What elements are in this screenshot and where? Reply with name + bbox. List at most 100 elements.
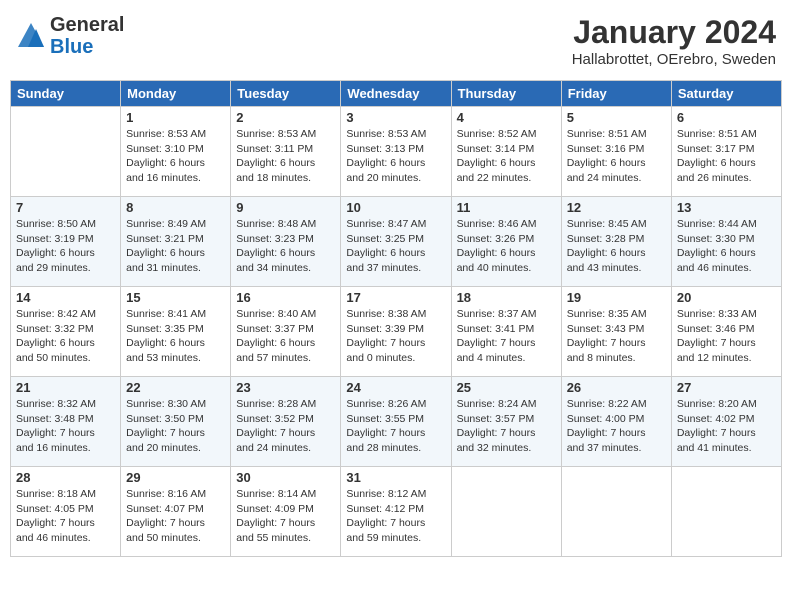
day-number: 29 bbox=[126, 470, 225, 485]
calendar-cell: 19Sunrise: 8:35 AM Sunset: 3:43 PM Dayli… bbox=[561, 287, 671, 377]
cell-info: Sunrise: 8:42 AM Sunset: 3:32 PM Dayligh… bbox=[16, 307, 115, 366]
weekday-header-friday: Friday bbox=[561, 81, 671, 107]
day-number: 8 bbox=[126, 200, 225, 215]
calendar-cell: 6 Sunrise: 8:51 AM Sunset: 3:17 PM Daylig… bbox=[671, 107, 781, 197]
day-number: 14 bbox=[16, 290, 115, 305]
calendar-cell: 29Sunrise: 8:16 AM Sunset: 4:07 PM Dayli… bbox=[121, 467, 231, 557]
cell-info: Sunrise: 8:40 AM Sunset: 3:37 PM Dayligh… bbox=[236, 307, 335, 366]
logo-blue: Blue bbox=[50, 36, 93, 58]
cell-info: Sunrise: 8:38 AM Sunset: 3:39 PM Dayligh… bbox=[346, 307, 445, 366]
calendar-week-row: 14 Sunrise: 8:42 AM Sunset: 3:32 PM Dayli… bbox=[11, 287, 782, 377]
weekday-header-thursday: Thursday bbox=[451, 81, 561, 107]
cell-info: Sunrise: 8:22 AM Sunset: 4:00 PM Dayligh… bbox=[567, 397, 666, 456]
day-number: 28 bbox=[16, 470, 115, 485]
location-title: Hallabrottet, OErebro, Sweden bbox=[572, 51, 776, 68]
cell-info: Sunrise: 8:48 AM Sunset: 3:23 PM Dayligh… bbox=[236, 217, 335, 276]
calendar-cell bbox=[561, 467, 671, 557]
weekday-header-saturday: Saturday bbox=[671, 81, 781, 107]
cell-info: Sunrise: 8:32 AM Sunset: 3:48 PM Dayligh… bbox=[16, 397, 115, 456]
cell-info: Sunrise: 8:47 AM Sunset: 3:25 PM Dayligh… bbox=[346, 217, 445, 276]
cell-info: Sunrise: 8:33 AM Sunset: 3:46 PM Dayligh… bbox=[677, 307, 776, 366]
calendar-cell: 3Sunrise: 8:53 AM Sunset: 3:13 PM Daylig… bbox=[341, 107, 451, 197]
cell-info: Sunrise: 8:53 AM Sunset: 3:13 PM Dayligh… bbox=[346, 127, 445, 186]
calendar-cell: 8 Sunrise: 8:49 AM Sunset: 3:21 PM Daylig… bbox=[121, 197, 231, 287]
calendar-cell: 20 Sunrise: 8:33 AM Sunset: 3:46 PM Dayli… bbox=[671, 287, 781, 377]
calendar-cell: 28Sunrise: 8:18 AM Sunset: 4:05 PM Dayli… bbox=[11, 467, 121, 557]
title-block: January 2024 Hallabrottet, OErebro, Swed… bbox=[572, 14, 776, 68]
day-number: 7 bbox=[16, 200, 115, 215]
day-number: 18 bbox=[457, 290, 556, 305]
day-number: 1 bbox=[126, 110, 225, 125]
day-number: 6 bbox=[677, 110, 776, 125]
calendar-cell: 17 Sunrise: 8:38 AM Sunset: 3:39 PM Dayli… bbox=[341, 287, 451, 377]
cell-info: Sunrise: 8:51 AM Sunset: 3:16 PM Dayligh… bbox=[567, 127, 666, 186]
calendar-cell: 13 Sunrise: 8:44 AM Sunset: 3:30 PM Dayli… bbox=[671, 197, 781, 287]
logo-icon bbox=[16, 21, 46, 51]
calendar-cell: 26 Sunrise: 8:22 AM Sunset: 4:00 PM Dayli… bbox=[561, 377, 671, 467]
logo-text: General Blue bbox=[50, 14, 124, 58]
day-number: 13 bbox=[677, 200, 776, 215]
day-number: 30 bbox=[236, 470, 335, 485]
calendar-cell: 9 Sunrise: 8:48 AM Sunset: 3:23 PM Daylig… bbox=[231, 197, 341, 287]
cell-info: Sunrise: 8:44 AM Sunset: 3:30 PM Dayligh… bbox=[677, 217, 776, 276]
cell-info: Sunrise: 8:26 AM Sunset: 3:55 PM Dayligh… bbox=[346, 397, 445, 456]
page-header: General Blue January 2024 Hallabrottet, … bbox=[10, 10, 782, 72]
calendar-week-row: 1 Sunrise: 8:53 AM Sunset: 3:10 PM Daylig… bbox=[11, 107, 782, 197]
calendar-table: SundayMondayTuesdayWednesdayThursdayFrid… bbox=[10, 80, 782, 557]
weekday-header-sunday: Sunday bbox=[11, 81, 121, 107]
day-number: 15 bbox=[126, 290, 225, 305]
cell-info: Sunrise: 8:37 AM Sunset: 3:41 PM Dayligh… bbox=[457, 307, 556, 366]
weekday-header-tuesday: Tuesday bbox=[231, 81, 341, 107]
calendar-cell: 15 Sunrise: 8:41 AM Sunset: 3:35 PM Dayli… bbox=[121, 287, 231, 377]
calendar-cell: 16 Sunrise: 8:40 AM Sunset: 3:37 PM Dayli… bbox=[231, 287, 341, 377]
day-number: 23 bbox=[236, 380, 335, 395]
weekday-header-row: SundayMondayTuesdayWednesdayThursdayFrid… bbox=[11, 81, 782, 107]
calendar-cell: 14 Sunrise: 8:42 AM Sunset: 3:32 PM Dayli… bbox=[11, 287, 121, 377]
calendar-cell: 10 Sunrise: 8:47 AM Sunset: 3:25 PM Dayli… bbox=[341, 197, 451, 287]
cell-info: Sunrise: 8:46 AM Sunset: 3:26 PM Dayligh… bbox=[457, 217, 556, 276]
day-number: 31 bbox=[346, 470, 445, 485]
weekday-header-wednesday: Wednesday bbox=[341, 81, 451, 107]
calendar-cell: 5 Sunrise: 8:51 AM Sunset: 3:16 PM Daylig… bbox=[561, 107, 671, 197]
calendar-cell: 7 Sunrise: 8:50 AM Sunset: 3:19 PM Daylig… bbox=[11, 197, 121, 287]
calendar-cell: 4Sunrise: 8:52 AM Sunset: 3:14 PM Daylig… bbox=[451, 107, 561, 197]
calendar-week-row: 28Sunrise: 8:18 AM Sunset: 4:05 PM Dayli… bbox=[11, 467, 782, 557]
day-number: 5 bbox=[567, 110, 666, 125]
cell-info: Sunrise: 8:45 AM Sunset: 3:28 PM Dayligh… bbox=[567, 217, 666, 276]
day-number: 17 bbox=[346, 290, 445, 305]
calendar-cell: 23 Sunrise: 8:28 AM Sunset: 3:52 PM Dayli… bbox=[231, 377, 341, 467]
cell-info: Sunrise: 8:52 AM Sunset: 3:14 PM Dayligh… bbox=[457, 127, 556, 186]
cell-info: Sunrise: 8:51 AM Sunset: 3:17 PM Dayligh… bbox=[677, 127, 776, 186]
cell-info: Sunrise: 8:12 AM Sunset: 4:12 PM Dayligh… bbox=[346, 487, 445, 546]
cell-info: Sunrise: 8:20 AM Sunset: 4:02 PM Dayligh… bbox=[677, 397, 776, 456]
cell-info: Sunrise: 8:24 AM Sunset: 3:57 PM Dayligh… bbox=[457, 397, 556, 456]
weekday-header-monday: Monday bbox=[121, 81, 231, 107]
cell-info: Sunrise: 8:14 AM Sunset: 4:09 PM Dayligh… bbox=[236, 487, 335, 546]
day-number: 16 bbox=[236, 290, 335, 305]
calendar-cell bbox=[671, 467, 781, 557]
calendar-cell: 31 Sunrise: 8:12 AM Sunset: 4:12 PM Dayli… bbox=[341, 467, 451, 557]
day-number: 10 bbox=[346, 200, 445, 215]
cell-info: Sunrise: 8:30 AM Sunset: 3:50 PM Dayligh… bbox=[126, 397, 225, 456]
day-number: 21 bbox=[16, 380, 115, 395]
logo-general: General bbox=[50, 14, 124, 36]
calendar-cell: 21 Sunrise: 8:32 AM Sunset: 3:48 PM Dayli… bbox=[11, 377, 121, 467]
calendar-cell bbox=[451, 467, 561, 557]
day-number: 26 bbox=[567, 380, 666, 395]
calendar-cell: 30 Sunrise: 8:14 AM Sunset: 4:09 PM Dayli… bbox=[231, 467, 341, 557]
cell-info: Sunrise: 8:53 AM Sunset: 3:10 PM Dayligh… bbox=[126, 127, 225, 186]
month-title: January 2024 bbox=[572, 14, 776, 51]
cell-info: Sunrise: 8:41 AM Sunset: 3:35 PM Dayligh… bbox=[126, 307, 225, 366]
calendar-cell bbox=[11, 107, 121, 197]
day-number: 9 bbox=[236, 200, 335, 215]
cell-info: Sunrise: 8:50 AM Sunset: 3:19 PM Dayligh… bbox=[16, 217, 115, 276]
day-number: 11 bbox=[457, 200, 556, 215]
calendar-cell: 11 Sunrise: 8:46 AM Sunset: 3:26 PM Dayli… bbox=[451, 197, 561, 287]
cell-info: Sunrise: 8:28 AM Sunset: 3:52 PM Dayligh… bbox=[236, 397, 335, 456]
cell-info: Sunrise: 8:49 AM Sunset: 3:21 PM Dayligh… bbox=[126, 217, 225, 276]
logo: General Blue bbox=[16, 14, 124, 58]
calendar-cell: 12Sunrise: 8:45 AM Sunset: 3:28 PM Dayli… bbox=[561, 197, 671, 287]
day-number: 20 bbox=[677, 290, 776, 305]
calendar-cell: 24Sunrise: 8:26 AM Sunset: 3:55 PM Dayli… bbox=[341, 377, 451, 467]
day-number: 27 bbox=[677, 380, 776, 395]
